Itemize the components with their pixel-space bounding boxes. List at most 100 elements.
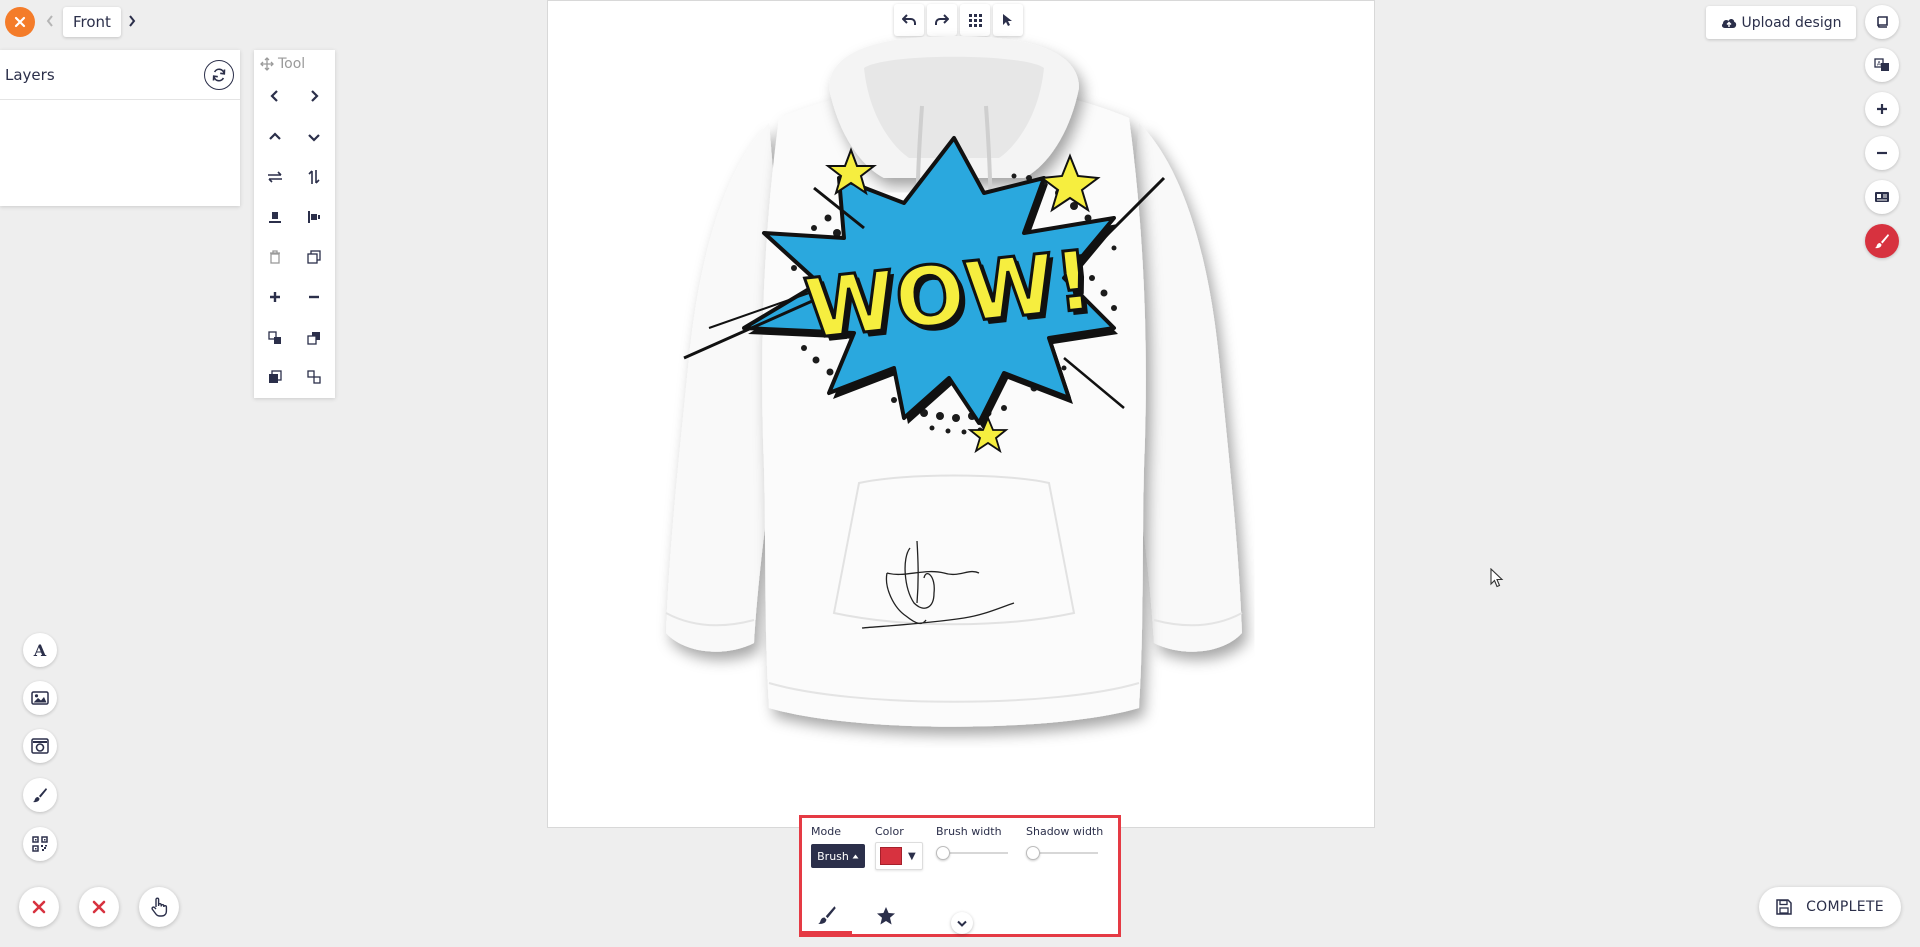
shadow-width-thumb[interactable] xyxy=(1026,846,1040,860)
move-icon xyxy=(260,57,274,71)
text-icon: A xyxy=(33,642,47,658)
move-left-button[interactable] xyxy=(260,81,290,111)
align-center-icon xyxy=(308,211,320,223)
clear-drawing-button[interactable] xyxy=(19,887,59,927)
brush-width-thumb[interactable] xyxy=(936,846,950,860)
layers-title: Layers xyxy=(5,65,55,84)
undo-icon xyxy=(902,14,916,25)
mouse-cursor-icon xyxy=(1490,568,1504,588)
id-card-icon xyxy=(1875,192,1889,202)
shadow-width-label: Shadow width xyxy=(1026,825,1104,838)
move-right-button[interactable] xyxy=(299,81,329,111)
mode-dropdown[interactable]: Brush xyxy=(811,844,865,868)
brush-width-label: Brush width xyxy=(936,825,1002,838)
chevron-left-icon xyxy=(270,90,278,102)
add-image-button[interactable] xyxy=(23,681,57,715)
star-tab[interactable] xyxy=(861,898,911,934)
send-backward-icon xyxy=(307,332,320,345)
translate-icon: A xyxy=(1874,58,1889,71)
brush-width-slider[interactable] xyxy=(936,846,1008,860)
camera-icon xyxy=(31,738,49,754)
refresh-layers-button[interactable] xyxy=(204,59,234,90)
add-qr-button[interactable] xyxy=(23,827,57,861)
flip-horizontal-icon xyxy=(268,171,282,183)
bring-to-front-icon xyxy=(269,370,282,383)
close-icon xyxy=(14,16,26,28)
scale-down-button[interactable] xyxy=(299,282,329,312)
product-info-button[interactable] xyxy=(1865,180,1899,214)
tool-header: Tool xyxy=(254,50,335,78)
zoom-out-icon xyxy=(1877,151,1887,155)
minus-icon xyxy=(309,295,319,299)
brush-settings-panel: Mode Brush Color ▼ Brush width Shadow wi… xyxy=(799,815,1121,937)
chevron-right-icon xyxy=(311,90,319,102)
scale-up-button[interactable] xyxy=(260,282,290,312)
add-photo-button[interactable] xyxy=(23,729,57,763)
bring-forward-button[interactable] xyxy=(260,323,290,353)
layers-header: Layers xyxy=(0,50,240,100)
flip-vertical-button[interactable] xyxy=(299,162,329,192)
chevron-up-icon xyxy=(269,132,281,140)
brush-icon xyxy=(818,905,836,924)
translate-button[interactable]: A xyxy=(1865,48,1899,82)
chevron-down-icon xyxy=(957,920,967,927)
clear-icon xyxy=(32,900,46,914)
bring-to-front-button[interactable] xyxy=(260,362,290,392)
hoodie-mockup: WOW! WOW! xyxy=(604,28,1304,748)
trash-icon xyxy=(270,250,280,264)
instructions-button[interactable] xyxy=(1865,5,1899,39)
align-bottom-button[interactable] xyxy=(260,202,290,232)
brush-icon xyxy=(1875,234,1889,249)
color-swatch xyxy=(880,847,902,865)
plus-icon xyxy=(270,292,280,302)
hand-pointer-icon xyxy=(151,897,168,917)
close-designer-button[interactable] xyxy=(5,7,35,37)
upload-design-label: Upload design xyxy=(1741,14,1842,31)
delete-icon xyxy=(92,900,106,914)
duplicate-button[interactable] xyxy=(299,242,329,272)
color-label: Color xyxy=(875,825,904,838)
svg-text:A: A xyxy=(33,642,47,658)
flip-horizontal-button[interactable] xyxy=(260,162,290,192)
refresh-icon xyxy=(212,67,226,82)
bring-forward-icon xyxy=(268,331,281,344)
complete-label: COMPLETE xyxy=(1806,899,1884,915)
zoom-in-icon xyxy=(1877,104,1887,114)
delete-element-button[interactable] xyxy=(260,242,290,272)
grid-icon xyxy=(968,13,982,27)
redo-icon xyxy=(935,14,949,25)
zoom-out-button[interactable] xyxy=(1865,136,1899,170)
add-text-button[interactable]: A xyxy=(23,633,57,667)
collapse-panel-button[interactable] xyxy=(951,912,973,934)
brush-mode-button[interactable] xyxy=(1865,224,1899,258)
caret-down-icon: ▼ xyxy=(908,850,916,862)
send-backward-button[interactable] xyxy=(299,323,329,353)
remove-all-button[interactable] xyxy=(79,887,119,927)
pan-tool-button[interactable] xyxy=(139,887,179,927)
send-to-back-icon xyxy=(307,370,321,384)
cloud-upload-icon xyxy=(1721,18,1736,28)
flip-vertical-icon xyxy=(308,170,320,184)
save-icon xyxy=(1776,899,1792,915)
send-to-back-button[interactable] xyxy=(299,362,329,392)
brush-tab[interactable] xyxy=(802,898,852,934)
mode-label: Mode xyxy=(811,825,841,838)
upload-design-button[interactable]: Upload design xyxy=(1706,6,1856,39)
zoom-in-button[interactable] xyxy=(1865,92,1899,126)
pointer-icon xyxy=(1003,14,1012,26)
caret-up-icon xyxy=(852,854,859,858)
complete-button[interactable]: COMPLETE xyxy=(1759,887,1901,927)
prev-side-button[interactable] xyxy=(42,11,58,31)
side-selector[interactable]: Front xyxy=(63,7,121,37)
move-down-button[interactable] xyxy=(299,122,329,152)
duplicate-icon xyxy=(307,250,321,264)
tool-panel: Tool xyxy=(254,50,335,398)
move-up-button[interactable] xyxy=(260,122,290,152)
color-picker[interactable]: ▼ xyxy=(875,842,923,870)
shadow-width-slider[interactable] xyxy=(1026,846,1098,860)
next-side-button[interactable] xyxy=(124,11,140,31)
qr-code-icon xyxy=(32,836,48,852)
draw-button[interactable] xyxy=(23,778,57,812)
chevron-right-icon xyxy=(129,15,136,27)
align-center-button[interactable] xyxy=(299,202,329,232)
